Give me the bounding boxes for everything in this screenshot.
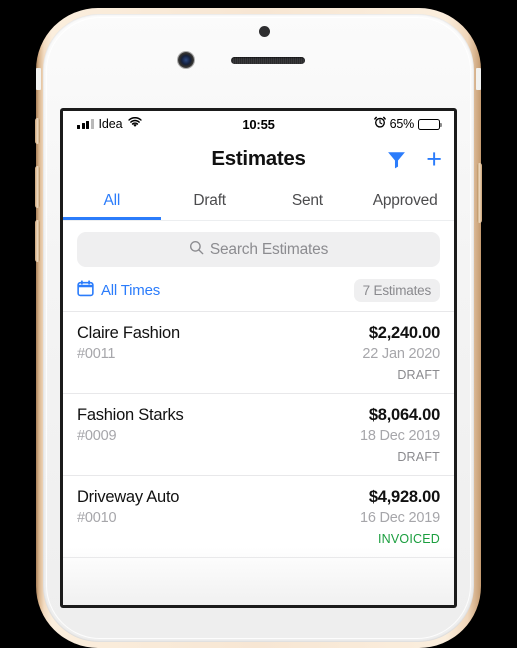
proximity-sensor [259, 26, 270, 37]
estimate-client-name: Driveway Auto [77, 488, 180, 506]
navigation-bar: Estimates + [63, 137, 454, 181]
alarm-clock-icon [373, 115, 386, 133]
page-title: Estimates [211, 147, 306, 170]
estimate-number: #0009 [77, 428, 117, 444]
estimate-client-name: Claire Fashion [77, 324, 180, 342]
estimate-number: #0011 [77, 346, 116, 362]
row-top: Claire Fashion $2,240.00 [77, 324, 440, 343]
row-top: Fashion Starks $8,064.00 [77, 406, 440, 425]
battery-percent: 65% [389, 117, 415, 131]
status-badge: DRAFT [397, 368, 440, 382]
row-bottom: INVOICED [77, 530, 440, 548]
row-top: Driveway Auto $4,928.00 [77, 488, 440, 507]
estimate-date: 22 Jan 2020 [362, 346, 440, 362]
battery-icon [418, 118, 443, 130]
tab-active-indicator [63, 217, 161, 220]
earpiece-speaker [231, 57, 305, 64]
search-icon [189, 240, 204, 260]
power-button[interactable] [477, 163, 482, 223]
row-bottom: DRAFT [77, 366, 440, 384]
tab-draft-label: Draft [193, 191, 226, 209]
calendar-icon [77, 279, 94, 302]
filter-row: All Times 7 Estimates [63, 275, 454, 311]
status-bar-right: 65% [373, 115, 443, 133]
search-area: Search Estimates [63, 221, 454, 275]
estimate-count-badge: 7 Estimates [353, 279, 440, 302]
estimate-client-name: Fashion Starks [77, 406, 184, 424]
status-badge: DRAFT [397, 450, 440, 464]
table-row[interactable]: Fashion Starks $8,064.00 #0009 18 Dec 20… [63, 394, 454, 476]
status-bar: Idea 10:55 65% [63, 111, 454, 137]
tab-all-label: All [103, 191, 121, 209]
filter-funnel-icon[interactable] [386, 149, 407, 170]
plus-icon[interactable]: + [426, 145, 442, 173]
search-input[interactable]: Search Estimates [77, 232, 440, 267]
screen-bezel: Idea 10:55 65% Estimates + All Draft Sen… [60, 108, 457, 608]
row-middle: #0010 16 Dec 2019 [77, 510, 440, 526]
tab-approved-label: Approved [372, 191, 438, 209]
tab-draft[interactable]: Draft [161, 181, 259, 220]
estimates-list: Claire Fashion $2,240.00 #0011 22 Jan 20… [63, 311, 454, 558]
tab-approved[interactable]: Approved [356, 181, 454, 220]
row-middle: #0011 22 Jan 2020 [77, 346, 440, 362]
antenna-line-right [476, 68, 481, 90]
tab-sent-label: Sent [291, 191, 323, 209]
table-row[interactable]: Claire Fashion $2,240.00 #0011 22 Jan 20… [63, 312, 454, 394]
nav-actions: + [386, 137, 442, 181]
tab-bar: All Draft Sent Approved [63, 181, 454, 220]
estimate-amount: $4,928.00 [368, 488, 440, 506]
row-middle: #0009 18 Dec 2019 [77, 428, 440, 444]
front-camera [178, 52, 194, 68]
status-badge: INVOICED [377, 532, 440, 546]
volume-down-button[interactable] [35, 220, 40, 262]
estimate-number: #0010 [77, 510, 117, 526]
phone-device: Idea 10:55 65% Estimates + All Draft Sen… [0, 0, 517, 648]
estimate-date: 18 Dec 2019 [359, 428, 440, 444]
estimate-amount: $2,240.00 [368, 324, 440, 342]
date-range-selector[interactable]: All Times [77, 279, 161, 302]
silent-switch[interactable] [35, 118, 40, 144]
estimate-date: 16 Dec 2019 [359, 510, 440, 526]
tab-all[interactable]: All [63, 181, 161, 220]
volume-up-button[interactable] [35, 166, 40, 208]
tab-sent[interactable]: Sent [259, 181, 357, 220]
date-range-label: All Times [101, 282, 161, 299]
phone-screen: Idea 10:55 65% Estimates + All Draft Sen… [63, 111, 454, 605]
search-placeholder: Search Estimates [209, 240, 329, 258]
antenna-line-left [36, 68, 41, 90]
estimate-amount: $8,064.00 [368, 406, 440, 424]
row-bottom: DRAFT [77, 448, 440, 466]
table-row[interactable]: Driveway Auto $4,928.00 #0010 16 Dec 201… [63, 476, 454, 558]
